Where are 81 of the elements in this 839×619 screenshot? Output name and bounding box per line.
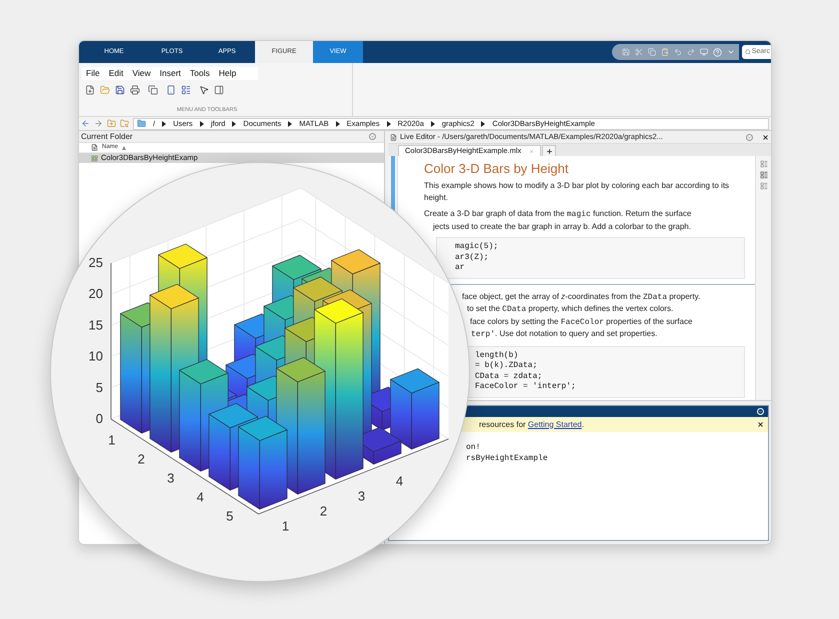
pointer-icon[interactable] <box>199 85 209 95</box>
editor-icon <box>390 134 397 140</box>
tick-label: 5 <box>96 380 103 395</box>
output-inline-icon[interactable] <box>760 171 768 179</box>
folder-up-icon[interactable] <box>107 119 116 128</box>
panel-icon[interactable] <box>214 85 224 95</box>
chevron-icon <box>200 120 204 126</box>
code-line: magic(5); <box>454 242 500 252</box>
menu-item[interactable]: Insert <box>160 67 181 80</box>
paragraph-line: face object, get the array of z-coordinates from the ZData property. <box>461 290 702 303</box>
notice-text: resources for Getting Started. <box>479 418 584 430</box>
tick-label: 3 <box>358 488 366 504</box>
tick-label: 2 <box>138 452 145 466</box>
plus-icon <box>546 148 553 154</box>
tick-label: 20 <box>88 286 103 302</box>
document-title: Color 3-D Bars by Height <box>424 161 570 177</box>
code-line: ar3(Z); <box>454 252 490 263</box>
redo-icon[interactable] <box>686 48 695 56</box>
phone-icon[interactable] <box>166 85 176 95</box>
copy-icon[interactable] <box>148 85 158 95</box>
back-arrow-icon[interactable] <box>81 119 90 128</box>
paragraph: This example shows how to modify a 3-D bar plot by coloring each bar according to its height. <box>424 180 730 203</box>
scissors-icon[interactable] <box>634 48 643 56</box>
tick-label: 5 <box>226 508 234 524</box>
live-script-icon <box>91 154 98 162</box>
tick-label: 1 <box>282 518 290 534</box>
search-icon <box>744 49 751 55</box>
paragraph-line: terp'. Use dot notation to query and set properties. <box>470 328 658 340</box>
tick-label: 3 <box>167 470 174 486</box>
new-tab-button[interactable] <box>542 145 556 156</box>
help-icon[interactable] <box>712 48 722 56</box>
tick-label: 2 <box>320 504 328 518</box>
menu-item[interactable]: View <box>132 67 151 80</box>
list-icon[interactable] <box>181 85 191 95</box>
chevron-icon <box>162 120 166 126</box>
tick-label: 4 <box>196 490 204 504</box>
code-line: CData = zdata; <box>474 372 544 382</box>
file-icon <box>91 144 98 151</box>
tick-label: 25 <box>88 255 103 270</box>
chevron-icon <box>336 120 340 126</box>
close-icon[interactable] <box>757 421 764 428</box>
paragraph-line: face colors by setting the FaceColor properties of the surface <box>469 316 694 328</box>
paragraph-line: Create a 3-D bar graph of data from the magic function. Return the surface <box>424 208 692 220</box>
console-line: rsByHeightExample <box>466 453 549 464</box>
print-icon[interactable] <box>130 85 140 95</box>
tick-label: 1 <box>108 432 116 448</box>
menu-item[interactable]: Edit <box>108 67 124 80</box>
window-icon[interactable] <box>700 48 708 56</box>
menu-item[interactable]: Help <box>218 67 236 80</box>
sort-arrow-icon <box>122 146 126 150</box>
paragraph-line: jects used to create the bar graph in array b. Add a colorbar to the graph. <box>432 220 692 232</box>
new-file-icon[interactable] <box>85 85 95 95</box>
chevron-icon <box>288 120 292 126</box>
console-line: on! <box>466 442 482 453</box>
chevron-icon <box>481 120 486 126</box>
code-line: length(b) <box>474 350 520 361</box>
save-icon[interactable] <box>115 85 125 95</box>
chevron-icon <box>232 120 236 126</box>
paste-icon[interactable] <box>660 48 669 56</box>
chevron-icon <box>430 120 435 126</box>
menu-item[interactable]: File <box>86 67 100 80</box>
code-line: FaceColor = 'interp'; <box>474 382 577 392</box>
output-right-icon[interactable] <box>760 160 768 168</box>
code-line: ar <box>454 263 466 274</box>
close-icon[interactable] <box>762 134 769 140</box>
folder-search-icon[interactable] <box>120 119 129 128</box>
tick-label: 4 <box>396 474 404 488</box>
hide-code-icon[interactable] <box>760 182 768 190</box>
paragraph-line: to set the CData property, which defines the vertex colors. <box>466 303 674 316</box>
undo-icon[interactable] <box>674 48 682 56</box>
code-line: = b(k).ZData; <box>474 361 538 372</box>
panel-title: Current Folder <box>81 130 133 142</box>
tick-label: 15 <box>88 317 103 332</box>
tick-label: 10 <box>88 348 103 364</box>
menu-item[interactable]: Tools <box>190 67 210 80</box>
chevron-icon <box>386 120 391 126</box>
forward-arrow-icon[interactable] <box>94 119 103 128</box>
folder-icon <box>137 119 146 128</box>
tick-label: 0 <box>96 411 103 426</box>
folder-icon[interactable] <box>100 85 110 95</box>
getting-started-link[interactable]: Getting Started <box>528 420 582 428</box>
